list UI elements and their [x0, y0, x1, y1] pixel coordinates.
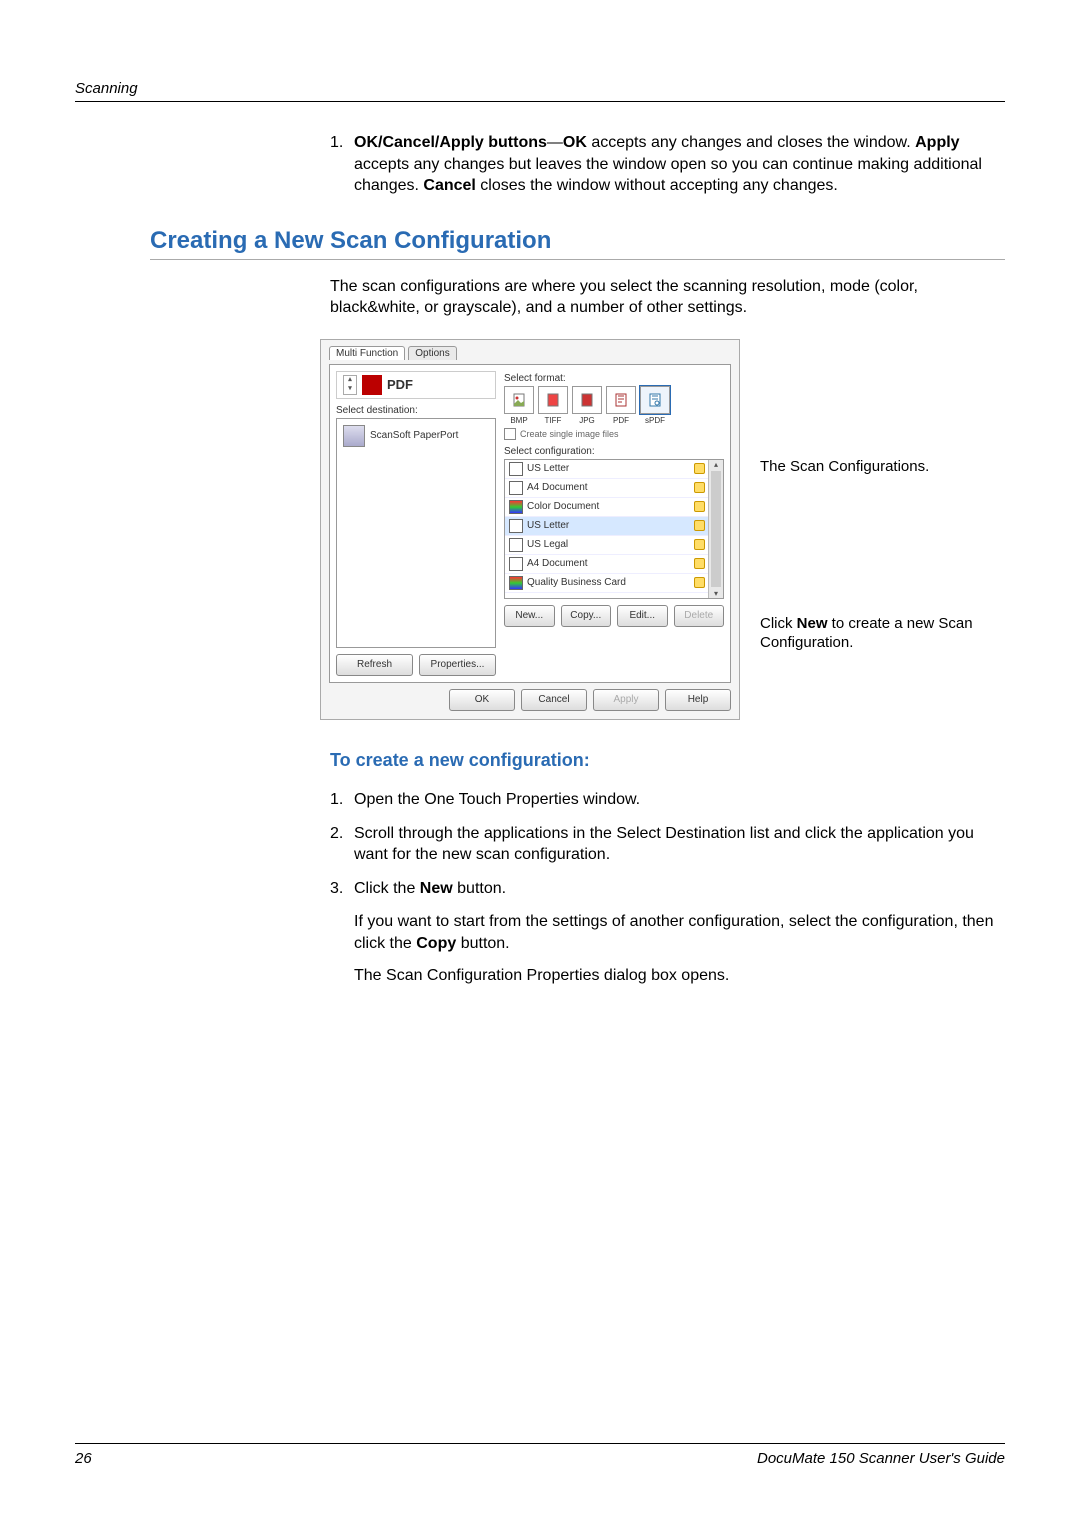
- destination-item[interactable]: ScanSoft PaperPort: [341, 423, 491, 449]
- lock-icon: [694, 501, 705, 512]
- new-button[interactable]: New...: [504, 605, 555, 627]
- section-heading: Creating a New Scan Configuration: [150, 227, 1005, 260]
- pdf-icon: [362, 375, 382, 395]
- scrollbar[interactable]: ▴▾: [708, 460, 723, 598]
- tabs-row: Multi Function Options: [329, 346, 731, 360]
- copy-button[interactable]: Copy...: [561, 605, 612, 627]
- format-bmp[interactable]: [504, 386, 534, 414]
- tab-multi-function[interactable]: Multi Function: [329, 346, 405, 360]
- select-destination-label: Select destination:: [336, 405, 496, 416]
- help-button[interactable]: Help: [665, 689, 731, 711]
- annotations: The Scan Configurations. Click New to cr…: [740, 339, 980, 720]
- doc-icon: [509, 538, 523, 552]
- list-item[interactable]: A4 Document: [527, 482, 588, 493]
- step-text: Scroll through the applications in the S…: [354, 823, 1005, 866]
- list-item[interactable]: Quality Business Card: [527, 577, 626, 588]
- doc-icon: [509, 519, 523, 533]
- lock-icon: [694, 577, 705, 588]
- list-item[interactable]: A4 Document: [527, 558, 588, 569]
- intro-paragraph: The scan configurations are where you se…: [330, 276, 1005, 319]
- annotation-configs: The Scan Configurations.: [760, 457, 929, 477]
- doc-icon: [509, 576, 523, 590]
- properties-button[interactable]: Properties...: [419, 654, 496, 676]
- doc-icon: [509, 481, 523, 495]
- format-row: [504, 386, 724, 414]
- page-number: 26: [75, 1450, 92, 1467]
- destination-label: ScanSoft PaperPort: [370, 430, 458, 441]
- step-item: 1. Open the One Touch Properties window.: [330, 789, 1005, 811]
- item-text: OK/Cancel/Apply buttons—OK accepts any c…: [354, 132, 1005, 197]
- step-note: If you want to start from the settings o…: [354, 911, 1005, 954]
- list-item[interactable]: Color Document: [527, 501, 599, 512]
- item-number: 1.: [330, 132, 354, 197]
- sub-heading: To create a new configuration:: [330, 750, 1005, 771]
- select-format-label: Select format:: [504, 373, 724, 384]
- dialog-screenshot: Multi Function Options ▴▾ PDF Select des…: [320, 339, 740, 720]
- bold-run: OK/Cancel/Apply buttons: [354, 134, 547, 151]
- bold-run: Apply: [915, 134, 959, 151]
- format-spdf[interactable]: [640, 386, 670, 414]
- lock-icon: [694, 539, 705, 550]
- doc-icon: [509, 557, 523, 571]
- bold-run: Cancel: [423, 177, 475, 194]
- format-spinner[interactable]: ▴▾: [343, 375, 357, 395]
- lock-icon: [694, 558, 705, 569]
- lock-icon: [694, 463, 705, 474]
- format-pdf[interactable]: [606, 386, 636, 414]
- running-header: Scanning: [75, 80, 1005, 97]
- list-item[interactable]: US Legal: [527, 539, 568, 550]
- app-icon: [343, 425, 365, 447]
- lock-icon: [694, 482, 705, 493]
- tab-options[interactable]: Options: [408, 346, 456, 360]
- single-files-label: Create single image files: [520, 429, 619, 439]
- lock-icon: [694, 520, 705, 531]
- footer-title: DocuMate 150 Scanner User's Guide: [757, 1450, 1005, 1467]
- edit-button[interactable]: Edit...: [617, 605, 668, 627]
- step-item: 3. Click the New button.: [330, 878, 1005, 900]
- apply-button[interactable]: Apply: [593, 689, 659, 711]
- doc-icon: [509, 462, 523, 476]
- cancel-button[interactable]: Cancel: [521, 689, 587, 711]
- configuration-list[interactable]: US Letter A4 Document Color Document US …: [504, 459, 724, 599]
- bold-run: OK: [563, 134, 587, 151]
- destination-list[interactable]: ScanSoft PaperPort: [336, 418, 496, 648]
- step-text: Open the One Touch Properties window.: [354, 789, 640, 811]
- step-number: 1.: [330, 789, 354, 811]
- ok-button[interactable]: OK: [449, 689, 515, 711]
- list-item[interactable]: US Letter: [527, 520, 569, 531]
- step-number: 2.: [330, 823, 354, 866]
- pdf-label: PDF: [387, 377, 413, 392]
- doc-icon: [509, 500, 523, 514]
- footer-rule: [75, 1443, 1005, 1444]
- step-note: The Scan Configuration Properties dialog…: [354, 965, 1005, 987]
- current-format-display: ▴▾ PDF: [336, 371, 496, 399]
- header-rule: [75, 101, 1005, 102]
- annotation-new: Click New to create a new Scan Configura…: [760, 614, 980, 653]
- numbered-item: 1. OK/Cancel/Apply buttons—OK accepts an…: [330, 132, 1005, 197]
- single-files-checkbox[interactable]: [504, 428, 516, 440]
- step-text: Click the New button.: [354, 878, 506, 900]
- format-labels: BMP TIFF JPG PDF sPDF: [504, 416, 724, 425]
- select-configuration-label: Select configuration:: [504, 446, 724, 457]
- step-number: 3.: [330, 878, 354, 900]
- refresh-button[interactable]: Refresh: [336, 654, 413, 676]
- format-jpg[interactable]: [572, 386, 602, 414]
- step-item: 2. Scroll through the applications in th…: [330, 823, 1005, 866]
- format-tiff[interactable]: [538, 386, 568, 414]
- delete-button[interactable]: Delete: [674, 605, 725, 627]
- list-item[interactable]: US Letter: [527, 463, 569, 474]
